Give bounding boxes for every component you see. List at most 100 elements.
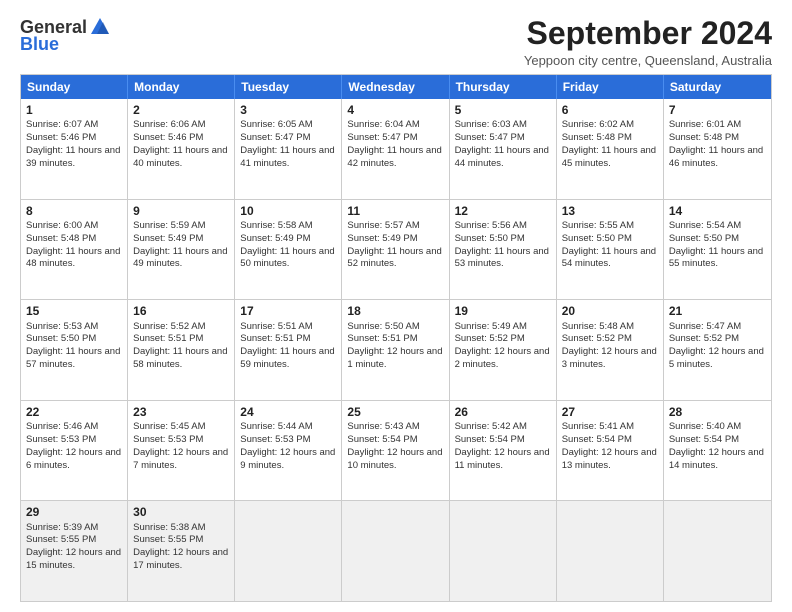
calendar-cell: 4 Sunrise: 6:04 AM Sunset: 5:47 PM Dayli…: [342, 99, 449, 199]
calendar-cell: 1 Sunrise: 6:07 AM Sunset: 5:46 PM Dayli…: [21, 99, 128, 199]
subtitle: Yeppoon city centre, Queensland, Austral…: [524, 53, 772, 68]
daylight: Daylight: 12 hours and 9 minutes.: [240, 447, 335, 471]
daylight: Daylight: 11 hours and 46 minutes.: [669, 145, 763, 169]
header-saturday: Saturday: [664, 75, 771, 99]
sunrise: Sunrise: 6:07 AM: [26, 119, 98, 130]
sunrise: Sunrise: 5:54 AM: [669, 220, 741, 231]
calendar: Sunday Monday Tuesday Wednesday Thursday…: [20, 74, 772, 602]
calendar-header: Sunday Monday Tuesday Wednesday Thursday…: [21, 75, 771, 99]
sunset: Sunset: 5:47 PM: [347, 132, 417, 143]
calendar-cell: 28 Sunrise: 5:40 AM Sunset: 5:54 PM Dayl…: [664, 401, 771, 501]
sunset: Sunset: 5:47 PM: [240, 132, 310, 143]
sunrise: Sunrise: 5:58 AM: [240, 220, 312, 231]
day-number: 4: [347, 102, 443, 118]
day-number: 12: [455, 203, 551, 219]
day-number: 22: [26, 404, 122, 420]
header: General Blue September 2024 Yeppoon city…: [20, 16, 772, 68]
day-number: 29: [26, 504, 122, 520]
title-block: September 2024 Yeppoon city centre, Quee…: [524, 16, 772, 68]
logo: General Blue: [20, 16, 111, 55]
calendar-cell: 17 Sunrise: 5:51 AM Sunset: 5:51 PM Dayl…: [235, 300, 342, 400]
calendar-cell: 15 Sunrise: 5:53 AM Sunset: 5:50 PM Dayl…: [21, 300, 128, 400]
daylight: Daylight: 11 hours and 45 minutes.: [562, 145, 656, 169]
sunrise: Sunrise: 6:00 AM: [26, 220, 98, 231]
calendar-cell: 13 Sunrise: 5:55 AM Sunset: 5:50 PM Dayl…: [557, 200, 664, 300]
calendar-cell: 7 Sunrise: 6:01 AM Sunset: 5:48 PM Dayli…: [664, 99, 771, 199]
header-sunday: Sunday: [21, 75, 128, 99]
day-number: 27: [562, 404, 658, 420]
logo-blue-text: Blue: [20, 34, 59, 55]
daylight: Daylight: 11 hours and 59 minutes.: [240, 346, 334, 370]
daylight: Daylight: 12 hours and 1 minute.: [347, 346, 442, 370]
calendar-row: 8 Sunrise: 6:00 AM Sunset: 5:48 PM Dayli…: [21, 199, 771, 300]
sunrise: Sunrise: 5:50 AM: [347, 321, 419, 332]
daylight: Daylight: 12 hours and 2 minutes.: [455, 346, 550, 370]
daylight: Daylight: 12 hours and 7 minutes.: [133, 447, 228, 471]
sunrise: Sunrise: 5:53 AM: [26, 321, 98, 332]
day-number: 28: [669, 404, 766, 420]
day-number: 24: [240, 404, 336, 420]
calendar-cell: [235, 501, 342, 601]
sunset: Sunset: 5:54 PM: [455, 434, 525, 445]
sunrise: Sunrise: 5:47 AM: [669, 321, 741, 332]
day-number: 18: [347, 303, 443, 319]
sunrise: Sunrise: 6:03 AM: [455, 119, 527, 130]
day-number: 16: [133, 303, 229, 319]
sunset: Sunset: 5:47 PM: [455, 132, 525, 143]
sunrise: Sunrise: 5:57 AM: [347, 220, 419, 231]
sunset: Sunset: 5:54 PM: [669, 434, 739, 445]
calendar-body: 1 Sunrise: 6:07 AM Sunset: 5:46 PM Dayli…: [21, 99, 771, 601]
sunset: Sunset: 5:55 PM: [133, 534, 203, 545]
daylight: Daylight: 11 hours and 40 minutes.: [133, 145, 227, 169]
daylight: Daylight: 11 hours and 58 minutes.: [133, 346, 227, 370]
day-number: 5: [455, 102, 551, 118]
daylight: Daylight: 12 hours and 10 minutes.: [347, 447, 442, 471]
header-friday: Friday: [557, 75, 664, 99]
sunset: Sunset: 5:52 PM: [455, 333, 525, 344]
daylight: Daylight: 11 hours and 49 minutes.: [133, 246, 227, 270]
calendar-cell: 5 Sunrise: 6:03 AM Sunset: 5:47 PM Dayli…: [450, 99, 557, 199]
day-number: 10: [240, 203, 336, 219]
calendar-cell: 2 Sunrise: 6:06 AM Sunset: 5:46 PM Dayli…: [128, 99, 235, 199]
day-number: 23: [133, 404, 229, 420]
sunset: Sunset: 5:48 PM: [562, 132, 632, 143]
sunrise: Sunrise: 6:06 AM: [133, 119, 205, 130]
calendar-cell: 3 Sunrise: 6:05 AM Sunset: 5:47 PM Dayli…: [235, 99, 342, 199]
calendar-cell: [450, 501, 557, 601]
sunset: Sunset: 5:50 PM: [26, 333, 96, 344]
daylight: Daylight: 12 hours and 17 minutes.: [133, 547, 228, 571]
daylight: Daylight: 11 hours and 41 minutes.: [240, 145, 334, 169]
sunset: Sunset: 5:51 PM: [347, 333, 417, 344]
calendar-cell: 23 Sunrise: 5:45 AM Sunset: 5:53 PM Dayl…: [128, 401, 235, 501]
day-number: 17: [240, 303, 336, 319]
daylight: Daylight: 12 hours and 15 minutes.: [26, 547, 121, 571]
calendar-cell: 16 Sunrise: 5:52 AM Sunset: 5:51 PM Dayl…: [128, 300, 235, 400]
header-wednesday: Wednesday: [342, 75, 449, 99]
sunrise: Sunrise: 5:41 AM: [562, 421, 634, 432]
sunrise: Sunrise: 6:05 AM: [240, 119, 312, 130]
calendar-cell: 8 Sunrise: 6:00 AM Sunset: 5:48 PM Dayli…: [21, 200, 128, 300]
calendar-cell: 25 Sunrise: 5:43 AM Sunset: 5:54 PM Dayl…: [342, 401, 449, 501]
sunrise: Sunrise: 6:01 AM: [669, 119, 741, 130]
sunset: Sunset: 5:50 PM: [455, 233, 525, 244]
day-number: 1: [26, 102, 122, 118]
page: General Blue September 2024 Yeppoon city…: [0, 0, 792, 612]
calendar-cell: [664, 501, 771, 601]
day-number: 14: [669, 203, 766, 219]
header-thursday: Thursday: [450, 75, 557, 99]
day-number: 30: [133, 504, 229, 520]
calendar-cell: 24 Sunrise: 5:44 AM Sunset: 5:53 PM Dayl…: [235, 401, 342, 501]
sunrise: Sunrise: 6:02 AM: [562, 119, 634, 130]
calendar-cell: 9 Sunrise: 5:59 AM Sunset: 5:49 PM Dayli…: [128, 200, 235, 300]
daylight: Daylight: 11 hours and 42 minutes.: [347, 145, 441, 169]
sunrise: Sunrise: 5:40 AM: [669, 421, 741, 432]
calendar-cell: 18 Sunrise: 5:50 AM Sunset: 5:51 PM Dayl…: [342, 300, 449, 400]
calendar-cell: 27 Sunrise: 5:41 AM Sunset: 5:54 PM Dayl…: [557, 401, 664, 501]
logo-icon: [89, 16, 111, 38]
daylight: Daylight: 11 hours and 57 minutes.: [26, 346, 120, 370]
calendar-cell: [342, 501, 449, 601]
sunset: Sunset: 5:52 PM: [562, 333, 632, 344]
daylight: Daylight: 12 hours and 6 minutes.: [26, 447, 121, 471]
sunset: Sunset: 5:49 PM: [347, 233, 417, 244]
day-number: 11: [347, 203, 443, 219]
